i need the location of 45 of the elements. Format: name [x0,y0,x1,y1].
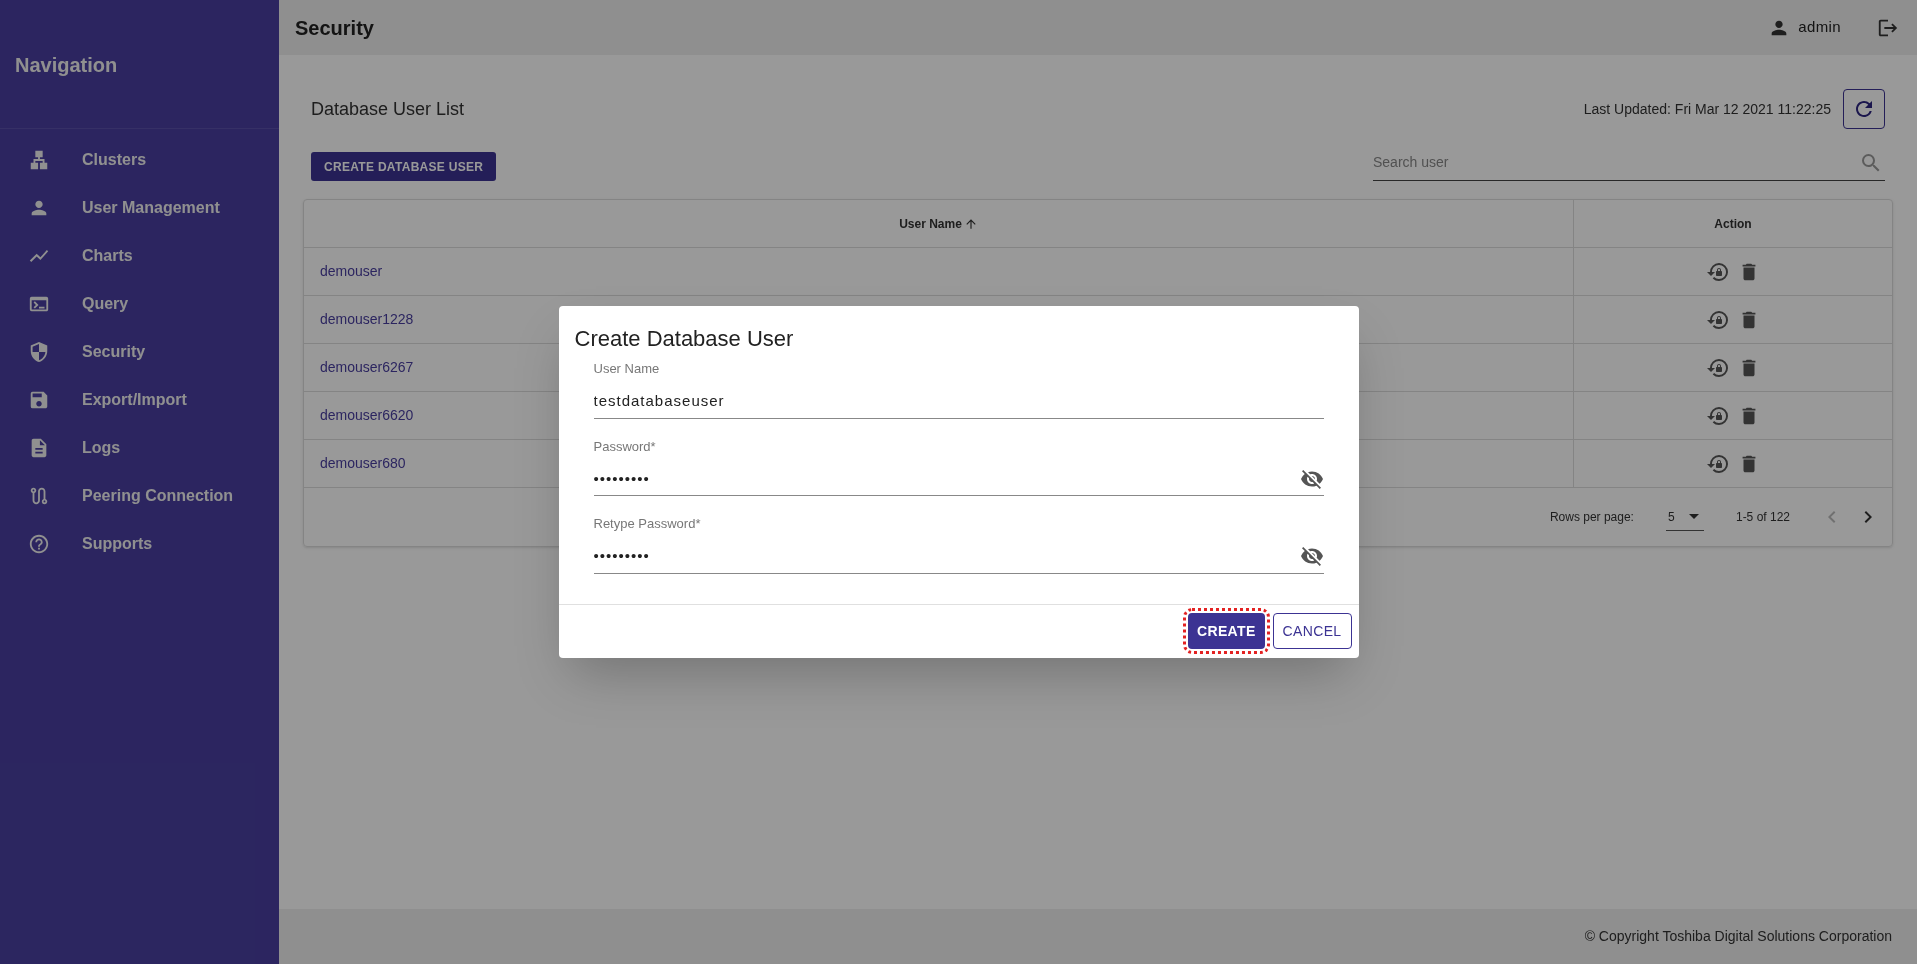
nav-item[interactable]: Security [0,328,279,376]
nav-item[interactable]: Logs [0,424,279,472]
page-range: 1-5 of 122 [1735,509,1790,526]
field-label: Password* [593,437,657,456]
nav-item[interactable]: Charts [0,232,279,280]
eye-off-icon[interactable] [1299,544,1324,569]
page-heading: Security [295,15,374,41]
sidebar-title: Navigation [15,54,118,76]
nav-item[interactable]: User Management [0,184,279,232]
user-link[interactable]: demouser [320,261,383,282]
user-name: admin [1798,17,1841,38]
help-icon [28,533,50,555]
input-field[interactable]: testdatabaseuser [593,390,1324,413]
nav-item[interactable]: Peering Connection [0,472,279,520]
next-page-button[interactable] [1864,511,1872,523]
search-field[interactable]: Search user [1373,152,1859,173]
user-link[interactable]: demouser680 [320,453,406,474]
cancel-button[interactable]: CANCEL [1272,613,1352,650]
nav-item[interactable]: Supports [0,520,279,568]
field-label: Retype Password* [593,515,702,534]
input-field[interactable]: ••••••••• [593,545,1300,568]
user-link[interactable]: demouser1228 [320,309,414,330]
nav-item[interactable]: Clusters [0,136,279,184]
rows-per-page-select[interactable]: 5 [1665,503,1704,531]
column-header[interactable]: User Name [304,200,1574,247]
chevron-left-icon [1828,511,1836,523]
chevron-right-icon [1864,511,1872,523]
last-updated-text: Last Updated: Fri Mar 12 2021 11:22:25 [1583,99,1831,119]
nav-item[interactable]: Export/Import [0,376,279,424]
shield-icon [28,341,50,363]
rows-per-page-label: Rows per page: [1549,509,1634,526]
create-database-user-button[interactable]: CREATE DATABASE USER [311,152,497,181]
user-link[interactable]: demouser6620 [320,405,414,426]
column-header[interactable]: Action [1574,200,1892,247]
section-title: Database User List [311,97,465,121]
route-icon [28,485,50,507]
nav-item[interactable]: Query [0,280,279,328]
network-icon [28,149,50,171]
user-link[interactable]: demouser6267 [320,357,414,378]
refresh-button[interactable] [1843,89,1885,129]
dropdown-caret-icon [1688,514,1699,519]
input-field[interactable]: ••••••••• [593,467,1300,490]
dialog-title: Create Database User [574,326,794,352]
field-label: User Name [593,360,661,379]
copyright-text: © Copyright Toshiba Digital Solutions Corporation [1584,927,1892,946]
